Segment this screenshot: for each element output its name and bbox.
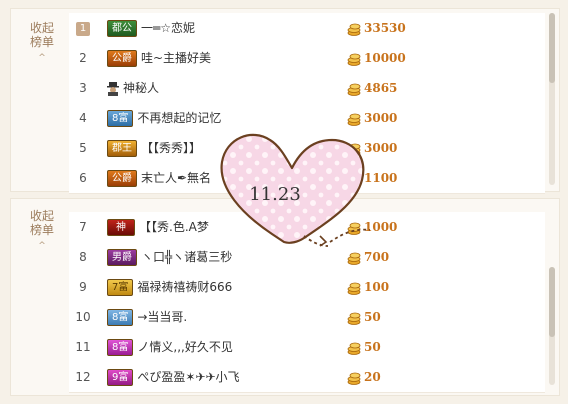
scrollbar-bottom[interactable]	[549, 267, 555, 385]
rank-title-badge: 8富	[107, 309, 134, 326]
list-item[interactable]: 11 8富 ノ情义,,,好久不见 50	[69, 332, 545, 363]
coin-amount: 4865	[364, 81, 398, 95]
collapse-label-line2: 榜单	[29, 223, 54, 237]
rank-number: 7	[79, 220, 87, 234]
rank-title-badge: 神	[107, 219, 135, 236]
rank-number: 6	[79, 171, 87, 185]
rank-badge: 1	[76, 21, 90, 36]
coin-stack-icon	[347, 282, 361, 295]
coin-stack-icon	[347, 372, 361, 385]
user-name: 福禄祷禧祷财666	[137, 280, 233, 294]
rank-number: 12	[75, 370, 91, 384]
rank-title-badge: 男爵	[107, 249, 137, 266]
user-name: →当当哥.	[137, 310, 188, 324]
collapse-list-toggle-bottom[interactable]: 收起 榜单 ^	[25, 209, 59, 253]
collapse-label-line1: 收起	[29, 21, 54, 35]
rank-title-badge: 郡王	[107, 140, 137, 157]
caret-up-icon: ^	[38, 53, 46, 63]
scrollbar-top[interactable]	[549, 13, 555, 185]
coin-stack-icon	[347, 53, 361, 66]
list-item[interactable]: 3 神秘人 4865	[69, 73, 545, 104]
user-name: ぺぴ盈盈✶✈✈小飞	[137, 370, 240, 384]
scrollbar-thumb[interactable]	[549, 267, 555, 337]
rank-number: 10	[75, 310, 91, 324]
rank-title-badge: 9富	[107, 369, 134, 386]
rank-number: 11	[75, 340, 91, 354]
list-item[interactable]: 9 7富 福禄祷禧祷财666 100	[69, 272, 545, 303]
user-name: 神秘人	[123, 81, 160, 95]
rank-title-badge: 7富	[107, 279, 134, 296]
mystery-person-icon	[107, 81, 119, 96]
scrollbar-thumb[interactable]	[549, 13, 555, 83]
rank-number: 8	[79, 250, 87, 264]
heart-date-label: 11.23	[249, 184, 301, 205]
collapse-label-line2: 榜单	[29, 35, 54, 49]
rank-number: 9	[79, 280, 87, 294]
coin-amount: 50	[364, 340, 381, 354]
rank-title-badge: 公爵	[107, 170, 137, 187]
collapse-list-toggle-top[interactable]: 收起 榜单 ^	[25, 21, 59, 65]
list-item[interactable]: 2 公爵 哇~主播好美 10000	[69, 43, 545, 74]
rank-title-badge: 8富	[107, 110, 134, 127]
list-item[interactable]: 10 8富 →当当哥. 50	[69, 302, 545, 333]
rank-title-badge: 公爵	[107, 50, 137, 67]
list-item[interactable]: 12 9富 ぺぴ盈盈✶✈✈小飞 20	[69, 362, 545, 393]
rank-title-badge: 8富	[107, 339, 134, 356]
coin-amount: 100	[364, 280, 390, 294]
caret-up-icon: ^	[38, 241, 46, 251]
coin-amount: 10000	[364, 51, 406, 65]
rank-number: 5	[79, 141, 87, 155]
user-name: 不再想起的记忆	[137, 111, 222, 125]
rank-number: 3	[79, 81, 87, 95]
rank-number: 4	[79, 111, 87, 125]
coin-stack-icon	[347, 342, 361, 355]
rank-number: 2	[79, 51, 87, 65]
rank-title-badge: 都公	[107, 20, 137, 37]
user-name: 一═☆恋妮	[141, 21, 195, 35]
coin-stack-icon	[347, 23, 361, 36]
user-name: 哇~主播好美	[141, 51, 212, 65]
coin-stack-icon	[347, 312, 361, 325]
list-item[interactable]: 1 都公 一═☆恋妮 33530	[69, 13, 545, 44]
coin-amount: 50	[364, 310, 381, 324]
user-name: 【【秀秀】】	[141, 141, 202, 155]
coin-amount: 33530	[364, 21, 406, 35]
user-name: ノ情义,,,好久不见	[137, 340, 233, 354]
coin-stack-icon	[347, 83, 361, 96]
user-name: 【【秀.色.A梦	[139, 220, 209, 234]
coin-amount: 20	[364, 370, 381, 384]
user-name: 末亡人✒無名	[141, 171, 212, 185]
collapse-label-line1: 收起	[29, 209, 54, 223]
